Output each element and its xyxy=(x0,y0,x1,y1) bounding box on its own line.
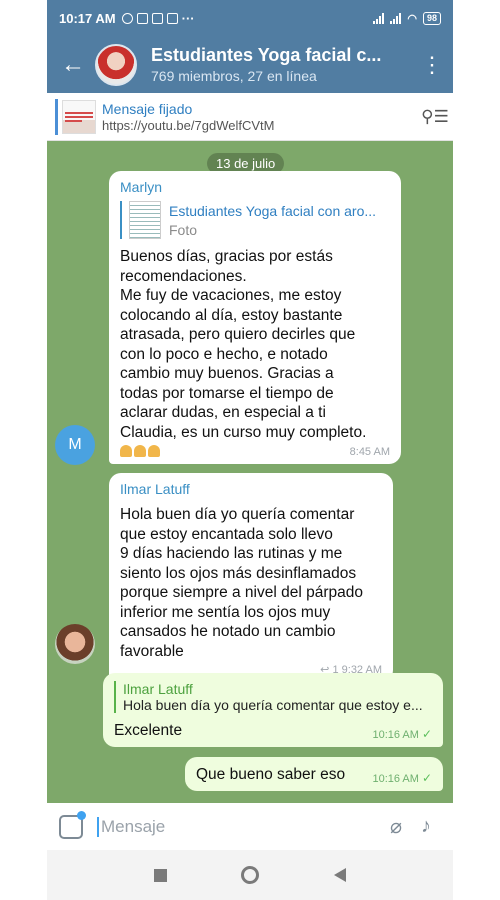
message-bubble-marlyn[interactable]: Marlyn Estudiantes Yoga facial con aro..… xyxy=(109,171,401,464)
more-vert-icon[interactable]: ⋮ xyxy=(421,52,443,78)
unpin-icon[interactable]: ⚲☰ xyxy=(417,107,453,127)
message-bubble-ilmar[interactable]: Ilmar Latuff Hola buen día yo quería com… xyxy=(109,473,393,682)
phone-screen: 10:17 AM ··· ◠ 98 ← Estudiantes Yoga fac… xyxy=(47,0,453,900)
instagram-icon-2 xyxy=(166,12,178,24)
quoted-sender: Ilmar Latuff xyxy=(123,681,193,697)
pinned-link: https://youtu.be/7gdWelfCVtM xyxy=(102,117,275,133)
pinned-thumbnail xyxy=(62,99,96,134)
time-label: 10:16 AM xyxy=(372,772,419,785)
pinned-message-bar[interactable]: Mensaje fijado https://youtu.be/7gdWelfC… xyxy=(47,93,453,141)
app-notification-icon xyxy=(136,12,148,24)
alarm-icon xyxy=(121,12,133,24)
message-sender[interactable]: Ilmar Latuff xyxy=(120,481,382,497)
home-icon[interactable] xyxy=(241,866,260,884)
message-time: 10:16 AM ✓ xyxy=(372,771,432,785)
reply-subtitle: Foto xyxy=(169,221,198,238)
chat-area: 13 de julio Marlyn Estudiantes Yoga faci… xyxy=(47,141,453,803)
message-text: Excelente xyxy=(114,722,183,739)
recents-icon[interactable] xyxy=(154,868,168,882)
avatar[interactable]: M xyxy=(55,425,95,465)
message-bubble-outgoing-reply[interactable]: Ilmar Latuff Hola buen día yo quería com… xyxy=(103,673,443,747)
reply-title: Estudiantes Yoga facial con aro... xyxy=(169,202,377,219)
sticker-icon[interactable] xyxy=(59,810,86,839)
notification-icons: ··· xyxy=(121,10,195,26)
signal-icon xyxy=(373,12,385,24)
chat-header: ← Estudiantes Yoga facial c... 769 miemb… xyxy=(47,36,453,93)
pray-emoji-icon xyxy=(120,445,160,457)
pinned-text: Mensaje fijado https://youtu.be/7gdWelfC… xyxy=(102,101,417,133)
system-icons: ◠ 98 xyxy=(373,11,441,25)
reply-preview[interactable]: Estudiantes Yoga facial con aro... Foto xyxy=(120,201,390,239)
quoted-text: Hola buen día yo quería comentar que est… xyxy=(123,697,423,713)
message-composer: Mensaje ⌀ ♪ xyxy=(47,803,453,850)
pinned-indicator xyxy=(55,98,58,135)
message-time: 10:16 AM ✓ xyxy=(372,727,432,741)
signal-icon-2 xyxy=(390,12,402,24)
chat-title: Estudiantes Yoga facial c... xyxy=(151,45,382,65)
wifi-icon: ◠ xyxy=(407,12,417,25)
mic-icon[interactable]: ♪ xyxy=(411,815,441,838)
attach-icon[interactable]: ⌀ xyxy=(381,814,411,839)
reply-thumbnail xyxy=(129,201,161,239)
back-icon[interactable] xyxy=(333,868,346,882)
message-text: Buenos días, gracias por estás recomenda… xyxy=(120,248,367,441)
avatar[interactable] xyxy=(55,624,95,664)
check-icon: ✓ xyxy=(421,770,432,785)
time-label: 10:16 AM xyxy=(372,728,419,741)
check-icon: ✓ xyxy=(421,726,432,741)
message-text: Hola buen día yo quería comentar que est… xyxy=(120,506,363,660)
pinned-title: Mensaje fijado xyxy=(102,100,193,117)
app-header: 10:17 AM ··· ◠ 98 ← Estudiantes Yoga fac… xyxy=(47,0,453,93)
message-bubble-outgoing[interactable]: Que bueno saber eso 10:16 AM ✓ xyxy=(185,757,443,791)
message-sender[interactable]: Marlyn xyxy=(120,179,390,195)
status-time: 10:17 AM xyxy=(59,10,116,26)
battery-icon: 98 xyxy=(422,11,441,25)
system-nav-bar xyxy=(47,850,453,900)
message-input[interactable]: Mensaje xyxy=(97,816,381,837)
chat-subtitle: 769 miembros, 27 en línea xyxy=(151,68,317,84)
message-text: Que bueno saber eso xyxy=(196,766,346,783)
chat-info[interactable]: Estudiantes Yoga facial c... 769 miembro… xyxy=(151,45,421,84)
group-avatar[interactable] xyxy=(95,43,137,86)
instagram-icon xyxy=(151,12,163,24)
status-bar: 10:17 AM ··· ◠ 98 xyxy=(47,0,453,36)
back-arrow-icon[interactable]: ← xyxy=(61,51,95,79)
quoted-reply[interactable]: Ilmar Latuff Hola buen día yo quería com… xyxy=(114,681,432,713)
message-time: 8:45 AM xyxy=(349,446,390,458)
more-notifications-icon: ··· xyxy=(181,10,195,26)
